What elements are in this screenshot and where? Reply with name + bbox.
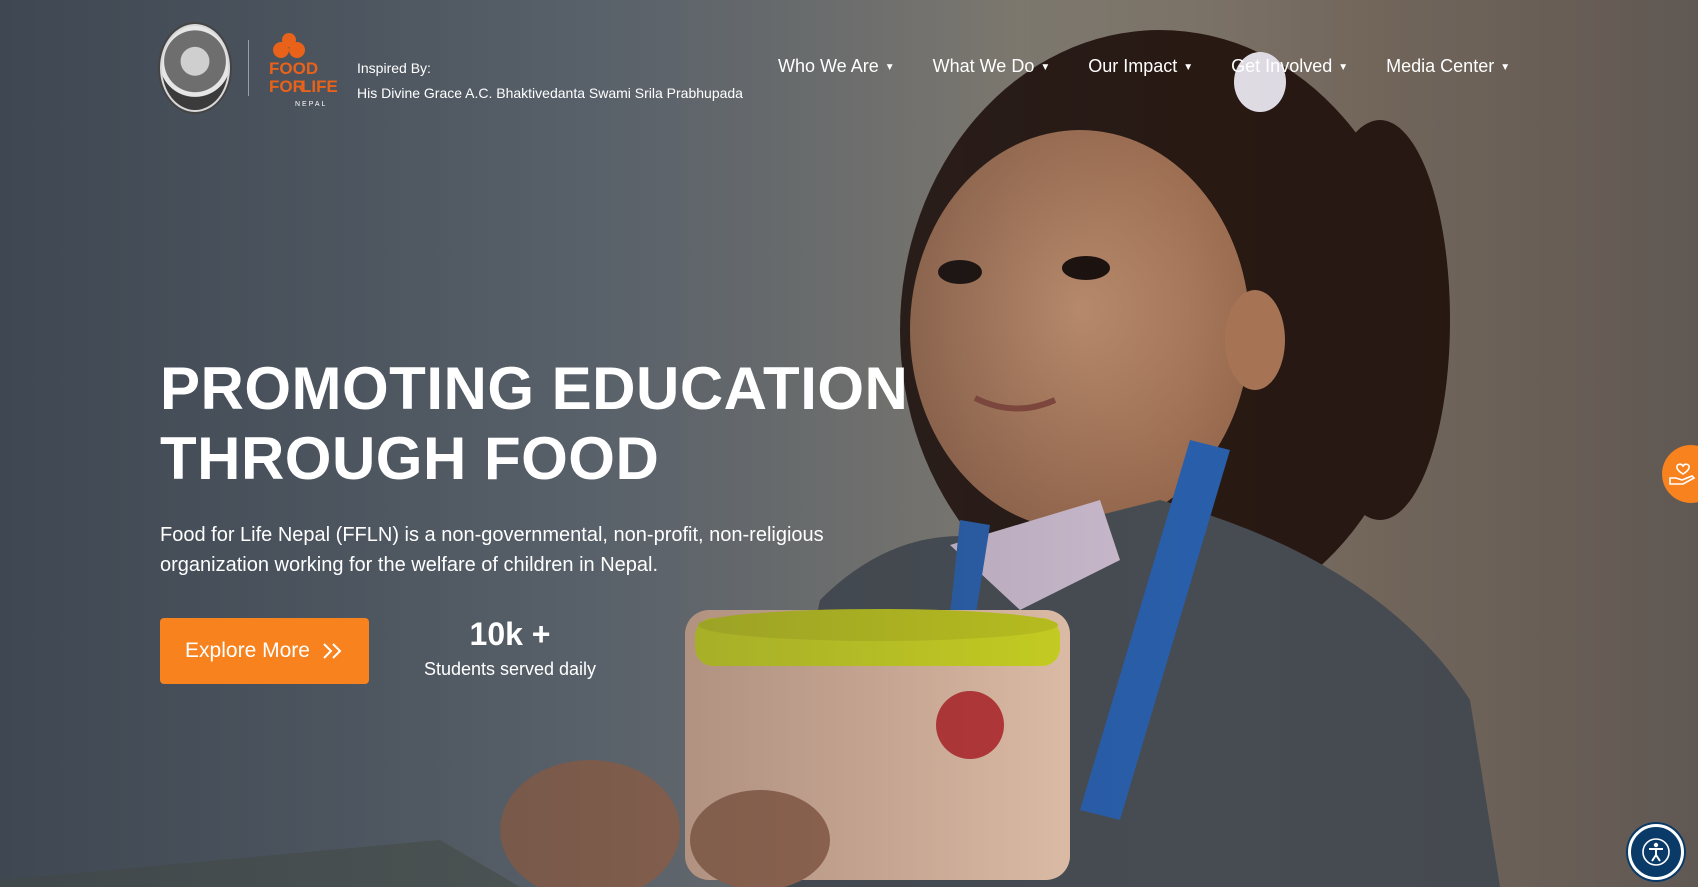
svg-text:NEPAL: NEPAL (295, 101, 327, 108)
food-for-life-logo-graphic: FOOD FOR LIFE NEPAL (269, 33, 338, 108)
hero-headline: PROMOTING EDUCATION THROUGH FOOD (160, 354, 908, 494)
hand-heart-icon (1669, 463, 1696, 485)
inspired-by-name: His Divine Grace A.C. Bhaktivedanta Swam… (357, 84, 743, 101)
accessibility-button[interactable] (1628, 824, 1684, 880)
svg-text:FOOD: FOOD (269, 59, 318, 78)
hero-headline-line1: PROMOTING EDUCATION (160, 355, 909, 422)
nav-what-we-do-label: What We Do (932, 56, 1035, 76)
food-for-life-logo[interactable]: FOOD FOR LIFE NEPAL (267, 26, 338, 110)
site-header: FOOD FOR LIFE NEPAL Inspired By: His Div… (160, 24, 743, 112)
explore-more-label: Explore More (185, 639, 310, 662)
main-nav: Who We Are ▼ What We Do ▼ Our Impact ▼ G… (778, 56, 1510, 77)
nav-get-involved-label: Get Involved (1231, 56, 1333, 76)
nav-who-we-are-label: Who We Are (778, 56, 879, 76)
nav-our-impact-label: Our Impact (1088, 56, 1178, 76)
nav-get-involved[interactable]: Get Involved ▼ (1231, 56, 1348, 77)
accessibility-icon (1642, 838, 1670, 866)
explore-more-button[interactable]: Explore More (160, 618, 369, 684)
logo-divider (248, 40, 249, 96)
svg-text:FOR: FOR (269, 77, 305, 96)
caret-down-icon: ▼ (1500, 61, 1511, 73)
double-chevron-right-icon (323, 643, 342, 659)
hero-description: Food for Life Nepal (FFLN) is a non-gove… (160, 524, 824, 576)
students-stat-label: Students served daily (423, 659, 597, 679)
hero-section: FOOD FOR LIFE NEPAL Inspired By: His Div… (0, 0, 1698, 887)
caret-down-icon: ▼ (884, 61, 895, 73)
caret-down-icon: ▼ (1040, 61, 1051, 73)
students-stat: 10k + Students served daily (410, 616, 610, 680)
nav-media-center-label: Media Center (1386, 56, 1495, 76)
svg-text:LIFE: LIFE (301, 77, 337, 96)
students-stat-value: 10k + (469, 616, 551, 652)
caret-down-icon: ▼ (1183, 61, 1194, 73)
nav-media-center[interactable]: Media Center ▼ (1386, 56, 1510, 77)
nav-our-impact[interactable]: Our Impact ▼ (1088, 56, 1193, 77)
caret-down-icon: ▼ (1338, 61, 1349, 73)
nav-what-we-do[interactable]: What We Do ▼ (933, 56, 1051, 77)
inspired-by-label: Inspired By: (357, 59, 431, 76)
hero-headline-line2: THROUGH FOOD (160, 425, 660, 492)
founder-portrait-logo[interactable] (160, 24, 230, 112)
inspired-by: Inspired By: His Divine Grace A.C. Bhakt… (357, 60, 743, 101)
nav-who-we-are[interactable]: Who We Are ▼ (778, 56, 895, 77)
